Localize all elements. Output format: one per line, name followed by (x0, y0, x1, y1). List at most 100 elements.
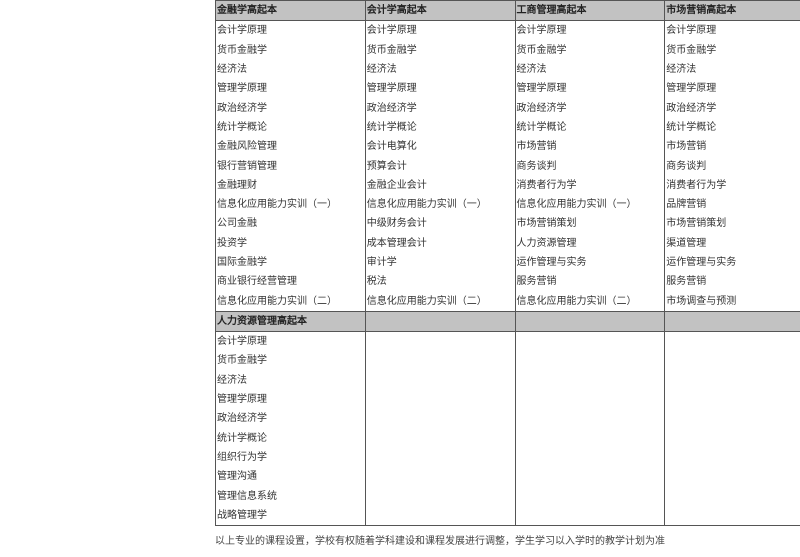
course-row: 货币金融学 (215, 351, 800, 371)
course-cell (664, 486, 800, 506)
course-cell: 会计学原理 (215, 20, 366, 41)
major-header-cell: 会计学高起本 (364, 0, 516, 22)
course-cell: 会计学原理 (215, 331, 366, 352)
course-cell: 银行营销管理 (215, 156, 366, 176)
course-cell: 管理学原理 (514, 79, 666, 99)
course-cell: 品牌营销 (664, 194, 800, 215)
course-cell: 货币金融学 (664, 40, 800, 60)
course-row: 金融理财 金融企业会计 消费者行为学 消费者行为学 (215, 175, 800, 195)
course-cell (364, 370, 516, 390)
course-cell (364, 351, 516, 371)
course-cell (664, 428, 800, 448)
course-cell: 审计学 (364, 252, 516, 273)
course-cell: 金融理财 (215, 175, 366, 195)
course-cell (514, 409, 666, 429)
major-header-cell: 工商管理高起本 (514, 0, 666, 22)
course-cell (364, 447, 516, 468)
course-cell (664, 467, 800, 487)
course-row: 会计学原理 会计学原理 会计学原理 会计学原理 (215, 20, 800, 41)
course-cell: 商务谈判 (664, 156, 800, 176)
course-cell: 市场营销 (664, 137, 800, 157)
major-header-cell: 金融学高起本 (215, 0, 366, 22)
course-cell: 组织行为学 (215, 447, 366, 468)
course-cell (514, 370, 666, 390)
course-cell (364, 486, 516, 506)
course-cell: 统计学概论 (215, 428, 366, 448)
course-row: 政治经济学 (215, 409, 800, 429)
course-cell: 统计学概论 (364, 117, 516, 138)
course-cell (514, 351, 666, 371)
course-row: 公司金融 中级财务会计 市场营销策划 市场营销策划 (215, 214, 800, 234)
course-cell: 消费者行为学 (514, 175, 666, 195)
course-cell: 货币金融学 (364, 40, 516, 60)
course-row: 经济法 经济法 经济法 经济法 (215, 59, 800, 80)
course-cell: 经济法 (514, 59, 666, 80)
course-cell: 政治经济学 (364, 98, 516, 118)
course-cell: 商务谈判 (514, 156, 666, 176)
course-cell: 货币金融学 (514, 40, 666, 60)
course-cell: 管理信息系统 (215, 486, 366, 506)
course-cell: 中级财务会计 (364, 214, 516, 234)
course-cell: 信息化应用能力实训（一） (215, 194, 366, 215)
course-cell: 渠道管理 (664, 233, 800, 253)
course-cell: 服务营销 (664, 272, 800, 292)
course-cell (664, 370, 800, 390)
course-cell (664, 351, 800, 371)
course-cell (364, 467, 516, 487)
course-row: 投资学 成本管理会计 人力资源管理 渠道管理 (215, 233, 800, 253)
course-cell (364, 331, 516, 352)
course-cell (514, 505, 666, 527)
footer-note: 以上专业的课程设置，学校有权随着学科建设和课程发展进行调整，学生学习以入学时的教… (215, 536, 665, 547)
course-cell: 会计学原理 (364, 20, 516, 41)
course-row: 管理学原理 管理学原理 管理学原理 管理学原理 (215, 79, 800, 99)
course-cell (364, 428, 516, 448)
course-cell: 税法 (364, 272, 516, 292)
course-cell: 统计学概论 (664, 117, 800, 138)
course-cell: 政治经济学 (664, 98, 800, 118)
course-cell: 经济法 (364, 59, 516, 80)
course-cell: 信息化应用能力实训（一） (364, 194, 516, 215)
course-cell (514, 389, 666, 410)
course-cell (664, 389, 800, 410)
major-header-cell (364, 310, 516, 333)
course-cell: 货币金融学 (215, 40, 366, 60)
course-row: 货币金融学 货币金融学 货币金融学 货币金融学 (215, 40, 800, 60)
course-cell: 市场调查与预测 (664, 291, 800, 312)
course-row: 会计学原理 (215, 331, 800, 352)
course-cell: 政治经济学 (514, 98, 666, 118)
course-cell: 管理学原理 (364, 79, 516, 99)
course-cell (664, 409, 800, 429)
section-header-row: 金融学高起本 会计学高起本 工商管理高起本 市场营销高起本 (215, 0, 800, 22)
course-row: 统计学概论 (215, 428, 800, 448)
course-row: 国际金融学 审计学 运作管理与实务 运作管理与实务 (215, 252, 800, 273)
course-cell: 经济法 (215, 59, 366, 80)
course-row: 管理信息系统 (215, 486, 800, 506)
course-cell (514, 331, 666, 352)
course-cell: 运作管理与实务 (514, 252, 666, 273)
major-header-cell: 人力资源管理高起本 (215, 310, 366, 333)
course-row: 经济法 (215, 370, 800, 390)
course-cell (364, 389, 516, 410)
section-header-row: 人力资源管理高起本 (215, 310, 800, 333)
course-cell: 投资学 (215, 233, 366, 253)
major-header-cell (514, 310, 666, 333)
course-cell: 管理学原理 (215, 389, 366, 410)
course-cell: 信息化应用能力实训（二） (514, 291, 666, 312)
course-cell: 国际金融学 (215, 252, 366, 273)
course-cell (664, 447, 800, 468)
course-cell: 运作管理与实务 (664, 252, 800, 273)
course-cell: 预算会计 (364, 156, 516, 176)
course-cell (364, 505, 516, 527)
course-row: 统计学概论 统计学概论 统计学概论 统计学概论 (215, 117, 800, 138)
curriculum-table: 金融学高起本 会计学高起本 工商管理高起本 市场营销高起本 会计学原理 会计学原理 会计学原… (215, 0, 800, 527)
course-cell: 管理学原理 (215, 79, 366, 99)
course-cell: 商业银行经营管理 (215, 272, 366, 292)
course-cell: 市场营销策划 (514, 214, 666, 234)
course-row: 商业银行经营管理 税法 服务营销 服务营销 (215, 272, 800, 292)
course-row: 银行营销管理 预算会计 商务谈判 商务谈判 (215, 156, 800, 176)
course-row: 信息化应用能力实训（一） 信息化应用能力实训（一） 信息化应用能力实训（一） 品牌营销 (215, 194, 800, 215)
course-cell: 消费者行为学 (664, 175, 800, 195)
course-row: 信息化应用能力实训（二） 信息化应用能力实训（二） 信息化应用能力实训（二） 市场调查… (215, 291, 800, 312)
course-cell (364, 409, 516, 429)
course-cell: 会计学原理 (514, 20, 666, 41)
